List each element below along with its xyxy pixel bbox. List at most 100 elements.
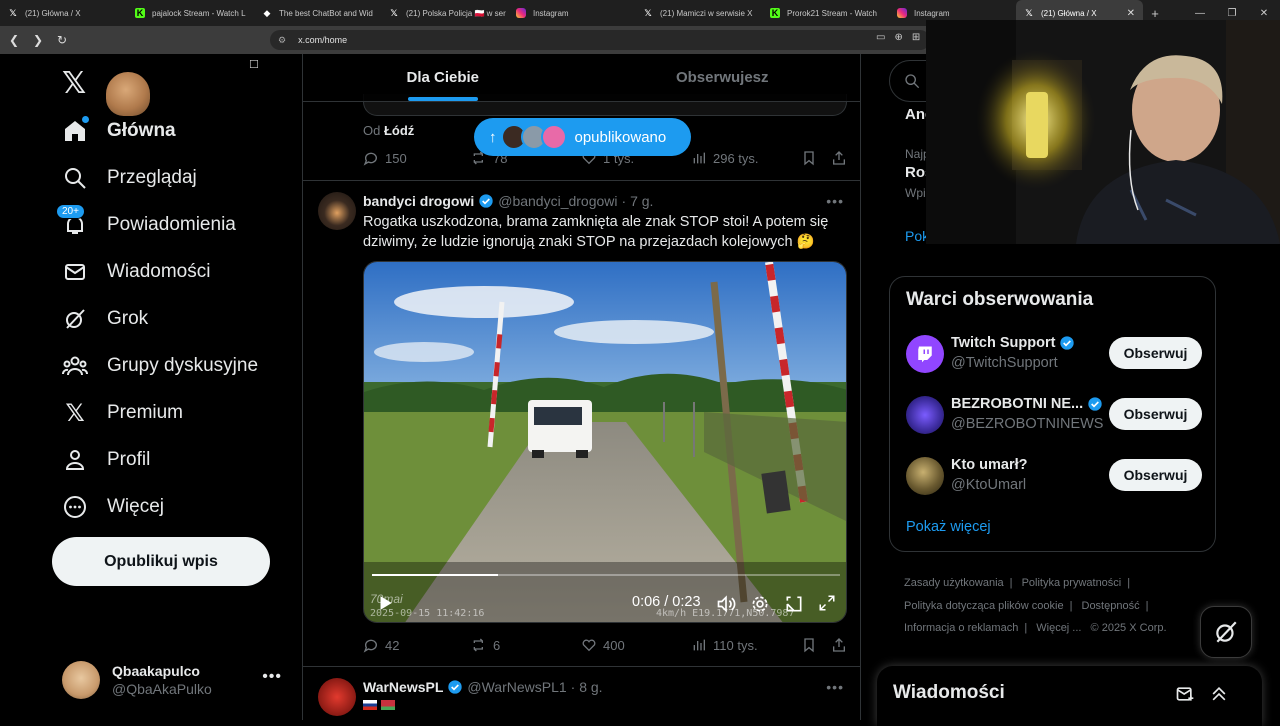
arrow-up-icon: ↑ [489,128,497,146]
post-time[interactable]: · 7 g. [622,193,654,209]
main-feed: Dla Ciebie Obserwujesz Od Łódź ↑ opublik… [302,54,861,720]
follow-button[interactable]: Obserwuj [1109,459,1202,491]
new-posts-toast[interactable]: ↑ opublikowano [474,118,691,156]
video-controls: 0:06 / 0:23 [364,590,846,619]
tab-for-you[interactable]: Dla Ciebie [303,54,583,101]
footer-separator: | [1127,577,1131,589]
more-dots-icon[interactable]: ••• [262,668,282,686]
bookmark-button[interactable] [801,637,831,653]
nav-item-messages[interactable]: Wiadomości [62,255,210,289]
belarus-flag-icon [381,700,395,710]
expand-up-icon[interactable] [1209,684,1229,709]
nav-item-more[interactable]: Więcej [62,490,164,524]
back-icon[interactable]: ❮ [4,33,24,47]
grok-icon [1216,621,1237,643]
browser-tab[interactable]: 𝕏 (21) Polska Policja 🇵🇱 w ser [381,0,508,26]
grok-floating-button[interactable] [1200,606,1252,658]
browser-tab[interactable]: K Prorok21 Stream - Watch [762,0,889,26]
volume-icon[interactable] [716,594,736,619]
close-window-icon[interactable]: ✕ [1248,8,1280,19]
nav-item-label: Więcej [107,496,165,517]
nav-item-grok[interactable]: Grok [62,302,148,336]
footer-separator: | [1009,577,1013,589]
url-field[interactable]: ⚙ x.com/home [270,30,930,50]
reload-icon[interactable]: ↻ [52,33,72,47]
browser-tab[interactable]: Instagram [508,0,635,26]
nav-item-home[interactable]: Główna [62,114,176,148]
more-dots-icon[interactable]: ••• [826,193,844,209]
follow-button[interactable]: Obserwuj [1109,337,1202,369]
messages-drawer[interactable]: Wiadomości [877,666,1262,726]
share-button[interactable] [831,637,847,653]
suggestion-name-text: Twitch Support [951,335,1056,351]
follow-button[interactable]: Obserwuj [1109,398,1202,430]
follow-suggestion[interactable]: BEZROBOTNI NE... @BEZROBOTNINEWS Obserwu… [906,394,1202,438]
avatar[interactable] [318,678,356,716]
like-button[interactable]: 400 [581,637,691,653]
follow-suggestion[interactable]: Twitch Support @TwitchSupport Obserwuj [906,333,1202,377]
views-button[interactable]: 110 tys. [691,637,801,653]
tab-following[interactable]: Obserwujesz [583,54,861,101]
browser-tab[interactable]: 𝕏 (21) Mamiczi w serwisie X [635,0,762,26]
repost-count: 6 [493,637,501,653]
share-icon [833,638,845,652]
more-dots-icon[interactable]: ••• [826,679,844,695]
reply-button[interactable]: 150 [363,150,471,166]
post-author-name[interactable]: bandyci drogowi [363,193,474,209]
views-count: 110 tys. [713,637,758,653]
browser-tab[interactable]: Kpajalock Stream - Watch L [127,0,254,26]
footer-link[interactable]: Zasady użytkowania [904,577,1004,589]
bookmark-icon [804,151,814,166]
bookmark-button[interactable] [801,150,831,166]
nav-item-communities[interactable]: Grupy dyskusyjne [62,349,258,383]
who-to-follow-panel: Warci obserwowania Twitch Support @Twitc… [889,276,1216,552]
forward-icon[interactable]: ❯ [28,33,48,47]
cast-icon[interactable]: ▭ [876,32,885,43]
fullscreen-icon[interactable] [818,594,836,617]
show-more-link[interactable]: Pokaż więcej [906,519,991,535]
browser-tab[interactable]: ◆ The best ChatBot and Wid [254,0,381,26]
post-author-handle[interactable]: @bandyci_drogowi [498,193,617,209]
post-author-name[interactable]: WarNewsPL [363,679,443,695]
notification-badge: 20+ [56,204,85,219]
avatar[interactable] [318,192,356,230]
new-tab-button[interactable]: + [1143,6,1167,21]
footer-link[interactable]: Polityka dotycząca plików cookie [904,600,1064,612]
more-circle-icon [62,494,88,520]
picture-in-picture-icon[interactable] [784,594,804,619]
footer-link[interactable]: Więcej ... [1036,622,1081,634]
account-switcher[interactable]: Qbaakapulco @QbaAkaPulko ••• [62,656,290,704]
footer-link[interactable]: Polityka prywatności [1022,577,1122,589]
close-icon[interactable]: ✕ [1127,8,1135,19]
post-time[interactable]: · 8 g. [571,679,603,695]
settings-gear-icon[interactable] [750,594,770,619]
translate-icon[interactable]: ⊞ [912,32,920,43]
x-logo-icon[interactable]: 𝕏 [62,66,86,101]
reply-count: 42 [385,637,400,653]
suggestion-handle: @BEZROBOTNINEWS [951,416,1104,432]
reply-button[interactable]: 42 [363,637,471,653]
nav-item-premium[interactable]: 𝕏 Premium [62,396,183,430]
footer-link[interactable]: Informacja o reklamach [904,622,1018,634]
zoom-icon[interactable]: ⊕ [894,32,902,43]
nav-item-profile[interactable]: Profil [62,443,150,477]
post-button[interactable]: Opublikuj wpis [52,537,270,586]
video-player[interactable]: 70mai 2025-09-15 11:42:16 4km/h E19.1771… [363,261,847,623]
restore-icon[interactable]: ❐ [1216,8,1248,19]
site-info-icon[interactable]: ⚙ [278,35,286,46]
follow-suggestion[interactable]: Kto umarł? @KtoUmarl Obserwuj [906,455,1202,499]
footer-link[interactable]: Dostępność [1082,600,1140,612]
browser-tab[interactable]: 𝕏 (21) Główna / X [0,0,127,26]
nav-item-explore[interactable]: Przeglądaj [62,161,197,195]
home-icon [62,116,89,144]
play-icon[interactable] [376,594,394,617]
views-button[interactable]: 296 tys. [691,150,801,166]
share-button[interactable] [831,150,847,166]
post-author-handle[interactable]: @WarNewsPL1 [467,679,566,695]
repost-button[interactable]: 6 [471,637,581,653]
nav-item-notifications[interactable]: 20+ Powiadomienia [56,204,236,242]
instagram-icon [516,8,526,18]
new-message-icon[interactable] [1175,684,1195,709]
video-progress-bar[interactable] [372,574,840,576]
minimize-icon[interactable]: — [1184,8,1216,19]
